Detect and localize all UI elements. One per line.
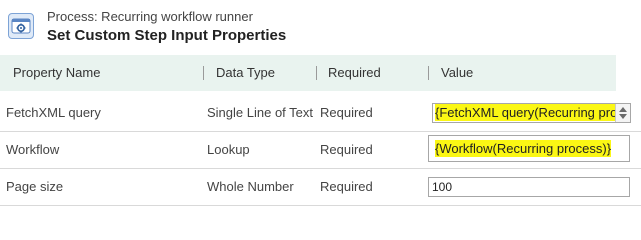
fetchxml-query-value-field[interactable]: {FetchXML query(Recurring pro — [432, 103, 631, 123]
property-name-cell: Page size — [6, 179, 64, 194]
column-header-required[interactable]: Required — [328, 55, 381, 91]
table-row: Page size Whole Number Required 100 — [0, 169, 641, 206]
dynamic-value-token: {FetchXML query(Recurring pro — [435, 104, 618, 121]
process-gear-icon — [8, 13, 34, 39]
column-header-data-type[interactable]: Data Type — [216, 55, 275, 91]
column-separator[interactable] — [316, 66, 317, 80]
property-name-cell: FetchXML query — [6, 105, 101, 120]
property-name-cell: Workflow — [6, 142, 60, 157]
dialog-title: Set Custom Step Input Properties — [47, 27, 287, 44]
data-type-cell: Lookup — [207, 142, 250, 157]
column-separator[interactable] — [428, 66, 429, 80]
data-type-cell: Whole Number — [207, 179, 294, 194]
data-type-cell: Single Line of Text — [207, 105, 313, 120]
process-name-label: Process: Recurring workflow runner — [47, 9, 253, 24]
required-cell: Required — [320, 105, 373, 120]
custom-step-properties-dialog: Process: Recurring workflow runner Set C… — [0, 0, 641, 215]
required-cell: Required — [320, 142, 373, 157]
column-header-property-name[interactable]: Property Name — [13, 55, 100, 91]
column-header-value[interactable]: Value — [441, 55, 473, 91]
spinner-control[interactable] — [615, 104, 630, 122]
table-row: FetchXML query Single Line of Text Requi… — [0, 95, 641, 132]
dialog-header: Process: Recurring workflow runner Set C… — [0, 0, 641, 52]
required-cell: Required — [320, 179, 373, 194]
page-size-value-field[interactable]: 100 — [428, 177, 630, 197]
table-row: Workflow Lookup Required {Workflow(Recur… — [0, 132, 641, 169]
spin-up-icon[interactable] — [619, 107, 627, 112]
workflow-lookup-value-field[interactable]: {Workflow(Recurring process)} — [428, 135, 630, 162]
column-separator[interactable] — [203, 66, 204, 80]
spin-down-icon[interactable] — [619, 114, 627, 119]
grid-header: Property Name Data Type Required Value — [0, 55, 616, 91]
dynamic-value-token: {Workflow(Recurring process)} — [435, 140, 612, 157]
